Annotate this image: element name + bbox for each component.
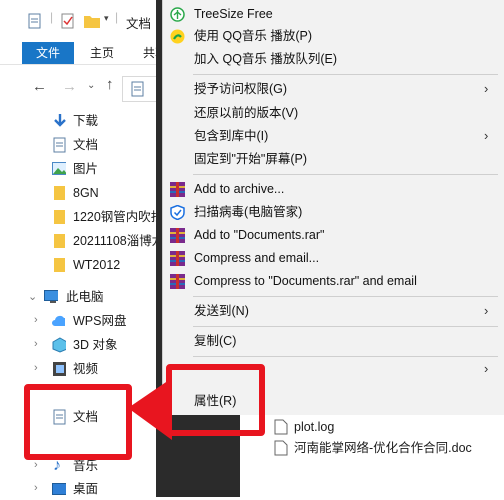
file-icon bbox=[274, 419, 288, 435]
winrar-icon bbox=[170, 228, 185, 243]
folder-icon bbox=[54, 210, 65, 224]
chevron-right-icon[interactable]: › bbox=[34, 459, 38, 471]
treesize-icon bbox=[170, 7, 185, 22]
tab-home[interactable]: 主页 bbox=[90, 42, 114, 64]
menu-item-compress-rar-email[interactable]: Compress to "Documents.rar" and email bbox=[163, 270, 504, 292]
window-title: 文档 bbox=[126, 17, 152, 31]
back-arrow-icon[interactable]: ← bbox=[32, 78, 47, 95]
winrar-icon bbox=[170, 274, 185, 289]
menu-item-compress-email[interactable]: Compress and email... bbox=[163, 247, 504, 269]
shield-icon bbox=[170, 205, 185, 220]
menu-item-copy[interactable]: 复制(C) bbox=[163, 330, 504, 352]
document-icon bbox=[131, 81, 144, 97]
menu-item-restore-versions[interactable]: 还原以前的版本(V) bbox=[163, 102, 504, 124]
menu-item-scan-virus[interactable]: 扫描病毒(电脑管家) bbox=[163, 201, 504, 223]
menu-separator bbox=[193, 356, 498, 357]
file-icon bbox=[274, 440, 288, 456]
chevron-right-icon[interactable]: › bbox=[34, 482, 38, 494]
new-folder-icon[interactable] bbox=[84, 14, 100, 28]
forward-arrow-icon[interactable]: → bbox=[62, 78, 77, 95]
recent-locations-icon[interactable]: ⌄ bbox=[87, 80, 95, 91]
chevron-right-icon: › bbox=[484, 361, 489, 376]
winrar-icon bbox=[170, 251, 185, 266]
chevron-right-icon: › bbox=[484, 81, 489, 96]
menu-item-send-to[interactable]: 发送到(N) › bbox=[163, 300, 504, 322]
annotation-box-properties bbox=[166, 364, 265, 436]
file-list: plot.log 河南能掌网络-优化合作合同.doc bbox=[240, 410, 504, 497]
title-bar: | ▾ | 文档 bbox=[0, 0, 170, 42]
qqmusic-icon bbox=[170, 29, 185, 44]
document-icon bbox=[28, 13, 41, 29]
chevron-right-icon: › bbox=[484, 303, 489, 318]
menu-separator bbox=[193, 174, 498, 175]
chevron-right-icon[interactable]: › bbox=[34, 338, 38, 350]
menu-separator bbox=[193, 326, 498, 327]
annotation-box-documents bbox=[24, 384, 132, 460]
video-icon bbox=[53, 362, 66, 376]
menu-item-qqmusic-queue[interactable]: 加入 QQ音乐 播放队列(E) bbox=[163, 48, 504, 70]
folder-icon bbox=[54, 258, 65, 272]
computer-icon bbox=[44, 290, 58, 303]
download-icon bbox=[54, 114, 66, 127]
menu-item-add-archive[interactable]: Add to archive... bbox=[163, 178, 504, 200]
menu-item-add-documents-rar[interactable]: Add to "Documents.rar" bbox=[163, 224, 504, 246]
properties-check-icon[interactable] bbox=[61, 13, 75, 29]
up-arrow-icon[interactable]: ↑ bbox=[106, 76, 114, 93]
cube-icon bbox=[52, 337, 66, 353]
menu-separator bbox=[193, 296, 498, 297]
chevron-down-icon[interactable]: ⌄ bbox=[28, 290, 37, 303]
folder-icon bbox=[54, 186, 65, 200]
folder-icon bbox=[54, 234, 65, 248]
chevron-right-icon: › bbox=[484, 128, 489, 143]
title-separator: | bbox=[50, 10, 54, 24]
cloud-icon bbox=[52, 315, 65, 326]
title-separator: | bbox=[115, 10, 119, 24]
quick-access-dropdown-icon[interactable]: ▾ bbox=[104, 13, 109, 24]
menu-item-pin-start[interactable]: 固定到"开始"屏幕(P) bbox=[163, 148, 504, 170]
chevron-right-icon[interactable]: › bbox=[34, 362, 38, 374]
menu-item-include-library[interactable]: 包含到库中(I) › bbox=[163, 125, 504, 147]
context-menu: TreeSize Free 使用 QQ音乐 播放(P) 加入 QQ音乐 播放队列… bbox=[162, 0, 504, 415]
menu-item-qqmusic-play[interactable]: 使用 QQ音乐 播放(P) bbox=[163, 25, 504, 47]
document-icon bbox=[53, 137, 66, 153]
menu-separator bbox=[193, 74, 498, 75]
menu-item-treesize[interactable]: TreeSize Free bbox=[163, 3, 504, 25]
chevron-right-icon[interactable]: › bbox=[34, 314, 38, 326]
picture-icon bbox=[52, 162, 66, 175]
menu-item-grant-access[interactable]: 授予访问权限(G) › bbox=[163, 78, 504, 100]
annotation-arrow bbox=[128, 378, 172, 440]
tab-file[interactable]: 文件 bbox=[22, 42, 74, 64]
winrar-icon bbox=[170, 182, 185, 197]
